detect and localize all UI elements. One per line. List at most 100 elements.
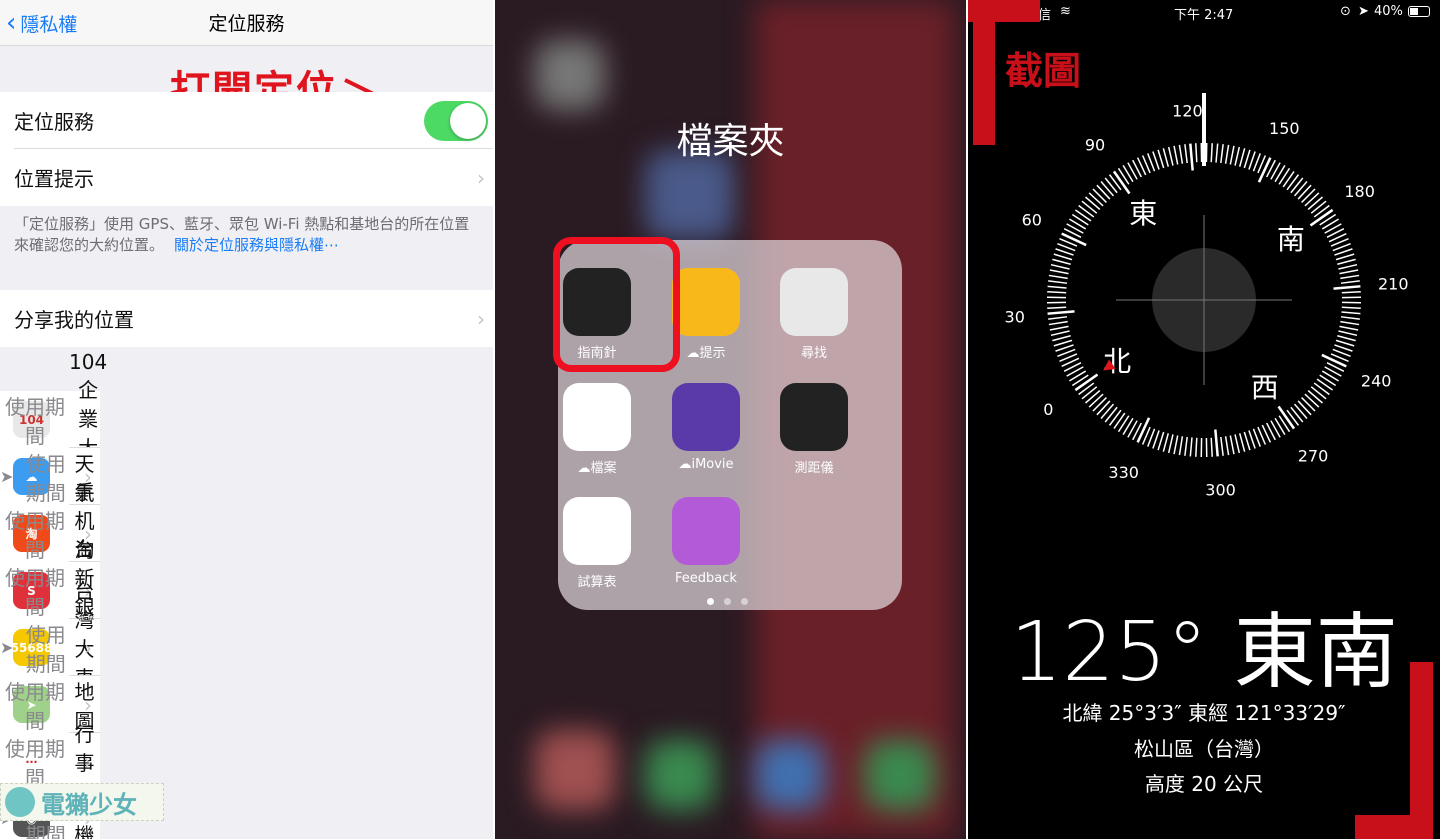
dial-tick bbox=[1061, 232, 1087, 247]
page-title: 定位服務 bbox=[208, 13, 285, 35]
dial-tick bbox=[1335, 339, 1355, 347]
chevron-right-icon: › bbox=[84, 635, 92, 660]
folder-app-feedback[interactable]: Feedback bbox=[656, 497, 756, 586]
permission-label: 使用期間 bbox=[25, 451, 66, 505]
dial-label: 150 bbox=[1269, 119, 1300, 138]
cardinal-east: 東 bbox=[1129, 197, 1157, 230]
dial-tick bbox=[1055, 344, 1074, 352]
dial-tick bbox=[1278, 167, 1291, 185]
folder-title[interactable]: 檔案夾 bbox=[495, 112, 966, 164]
app-row[interactable]: ⋯ 行事曆 使用期間 › bbox=[0, 722, 100, 804]
row-label: 位置提示 bbox=[14, 167, 94, 191]
app-label: 提示 bbox=[699, 346, 726, 361]
location-services-toggle[interactable] bbox=[424, 100, 488, 141]
dial-tick bbox=[1229, 145, 1235, 165]
folder-app-sheets[interactable]: 試算表 bbox=[547, 497, 647, 590]
dial-tick bbox=[1104, 177, 1118, 194]
dial-tick bbox=[1100, 181, 1115, 197]
location-arrow-icon: ➤ bbox=[0, 467, 14, 486]
dial-label: 300 bbox=[1205, 480, 1236, 499]
dial-tick bbox=[1085, 389, 1101, 404]
dial-tick bbox=[1290, 177, 1304, 194]
permission-value: 使用期間 bbox=[0, 676, 70, 734]
dial-tick bbox=[1257, 157, 1272, 183]
dial-tick bbox=[1337, 258, 1356, 266]
app-row[interactable]: 104 104企業大師 使用期間 › bbox=[0, 350, 107, 489]
permission-label: 使用期間 bbox=[25, 622, 66, 676]
permission-label: 使用期間 bbox=[5, 565, 65, 619]
dial-tick bbox=[1340, 280, 1360, 284]
dial-tick bbox=[1047, 306, 1067, 309]
dial-tick bbox=[1048, 316, 1068, 320]
compass-dial[interactable]: 0 30 60 90 120 150 180 210 240 270 300 330 北 東南西 bbox=[968, 0, 1440, 560]
permission-value: 使用期間 bbox=[0, 733, 70, 791]
location-alerts-row[interactable]: 位置提示 › bbox=[0, 149, 493, 206]
cardinal-south: 南 bbox=[1277, 223, 1305, 256]
dial-tick bbox=[1085, 196, 1101, 211]
compass-panel: 信 ≋ 下午 2:47 ⊙ ➤ 40% 截圖 0 30 60 90 120 150 180 2… bbox=[968, 0, 1440, 839]
dial-tick bbox=[1178, 144, 1184, 164]
dial-label: 210 bbox=[1378, 274, 1409, 293]
page-indicator[interactable] bbox=[707, 598, 748, 605]
dial-tick bbox=[1050, 330, 1070, 337]
dial-label: 240 bbox=[1361, 371, 1392, 390]
app-label: 試算表 bbox=[577, 575, 617, 590]
dial-tick bbox=[1088, 192, 1104, 207]
folder-app-files[interactable]: ☁檔案 bbox=[547, 383, 647, 476]
dial-tick bbox=[1341, 291, 1361, 294]
dial-tick bbox=[1189, 437, 1193, 457]
dial-tick bbox=[1157, 431, 1165, 451]
folder-app-imovie[interactable]: ☁iMovie bbox=[656, 383, 756, 472]
altitude: 高度 20 公尺 bbox=[1144, 772, 1264, 796]
dial-tick bbox=[1337, 334, 1356, 342]
permission-label: 使用期間 bbox=[5, 736, 65, 790]
dial-tick bbox=[1338, 263, 1358, 270]
app-label: 檔案 bbox=[590, 461, 617, 476]
dial-tick bbox=[1340, 316, 1360, 320]
dial-tick bbox=[1321, 353, 1347, 368]
cardinal-north: 北 bbox=[1103, 345, 1131, 378]
dial-tick bbox=[1297, 400, 1312, 416]
dial-tick bbox=[1053, 339, 1073, 347]
location-settings-panel: ‹ 隱私權 定位服務 打開定位 定位服務 位置提示 › 「定位服務」使用 GPS、… bbox=[0, 0, 493, 839]
folder-app-measure[interactable]: 測距儀 bbox=[764, 383, 864, 476]
dial-tick bbox=[1173, 435, 1179, 455]
dial-tick bbox=[1136, 417, 1151, 443]
dial-tick bbox=[1047, 285, 1067, 289]
dial-tick bbox=[1178, 436, 1184, 456]
app-label: 測距儀 bbox=[794, 461, 834, 476]
dial-label: 330 bbox=[1108, 463, 1139, 482]
dial-tick bbox=[1297, 184, 1312, 200]
dial-tick bbox=[1048, 320, 1068, 326]
share-location-row[interactable]: 分享我的位置 › bbox=[0, 290, 493, 347]
dial-tick bbox=[1234, 434, 1241, 454]
permission-value: ➤ 使用期間 bbox=[0, 448, 70, 506]
footer-text: 「定位服務」使用 GPS、藍牙、眾包 Wi-Fi 熱點和基地台的所在位置來確認您… bbox=[14, 214, 484, 256]
dial-tick bbox=[1210, 437, 1213, 457]
cloud-download-icon: ☁ bbox=[577, 461, 591, 476]
folder-app-find-my[interactable]: 尋找 bbox=[764, 268, 864, 361]
dial-label: 120 bbox=[1172, 102, 1203, 121]
privacy-link[interactable]: 關於定位服務與隱私權⋯ bbox=[174, 236, 339, 254]
dial-tick bbox=[1152, 151, 1160, 170]
dial-tick bbox=[1050, 263, 1070, 270]
dial-tick bbox=[1096, 184, 1111, 200]
dial-label: 0 bbox=[1043, 400, 1053, 419]
app-row[interactable]: 55688 台灣大車隊 ➤使用期間 › bbox=[0, 579, 100, 719]
dial-label: 90 bbox=[1085, 135, 1105, 154]
dial-tick bbox=[1047, 291, 1067, 294]
dial-tick bbox=[1081, 386, 1098, 400]
nav-bar: ‹ 隱私權 定位服務 bbox=[0, 0, 493, 46]
app-label: Feedback bbox=[675, 571, 737, 586]
dial-tick bbox=[1229, 435, 1235, 455]
row-label: 定位服務 bbox=[14, 110, 94, 134]
dial-tick bbox=[1113, 412, 1126, 430]
chevron-right-icon: › bbox=[477, 306, 485, 331]
chevron-right-icon: › bbox=[84, 692, 92, 717]
find-my-icon bbox=[780, 268, 848, 336]
dial-tick bbox=[1301, 397, 1316, 412]
files-icon bbox=[563, 383, 631, 451]
imovie-icon bbox=[672, 383, 740, 451]
dial-tick bbox=[1052, 258, 1071, 266]
dial-tick bbox=[1210, 143, 1213, 163]
